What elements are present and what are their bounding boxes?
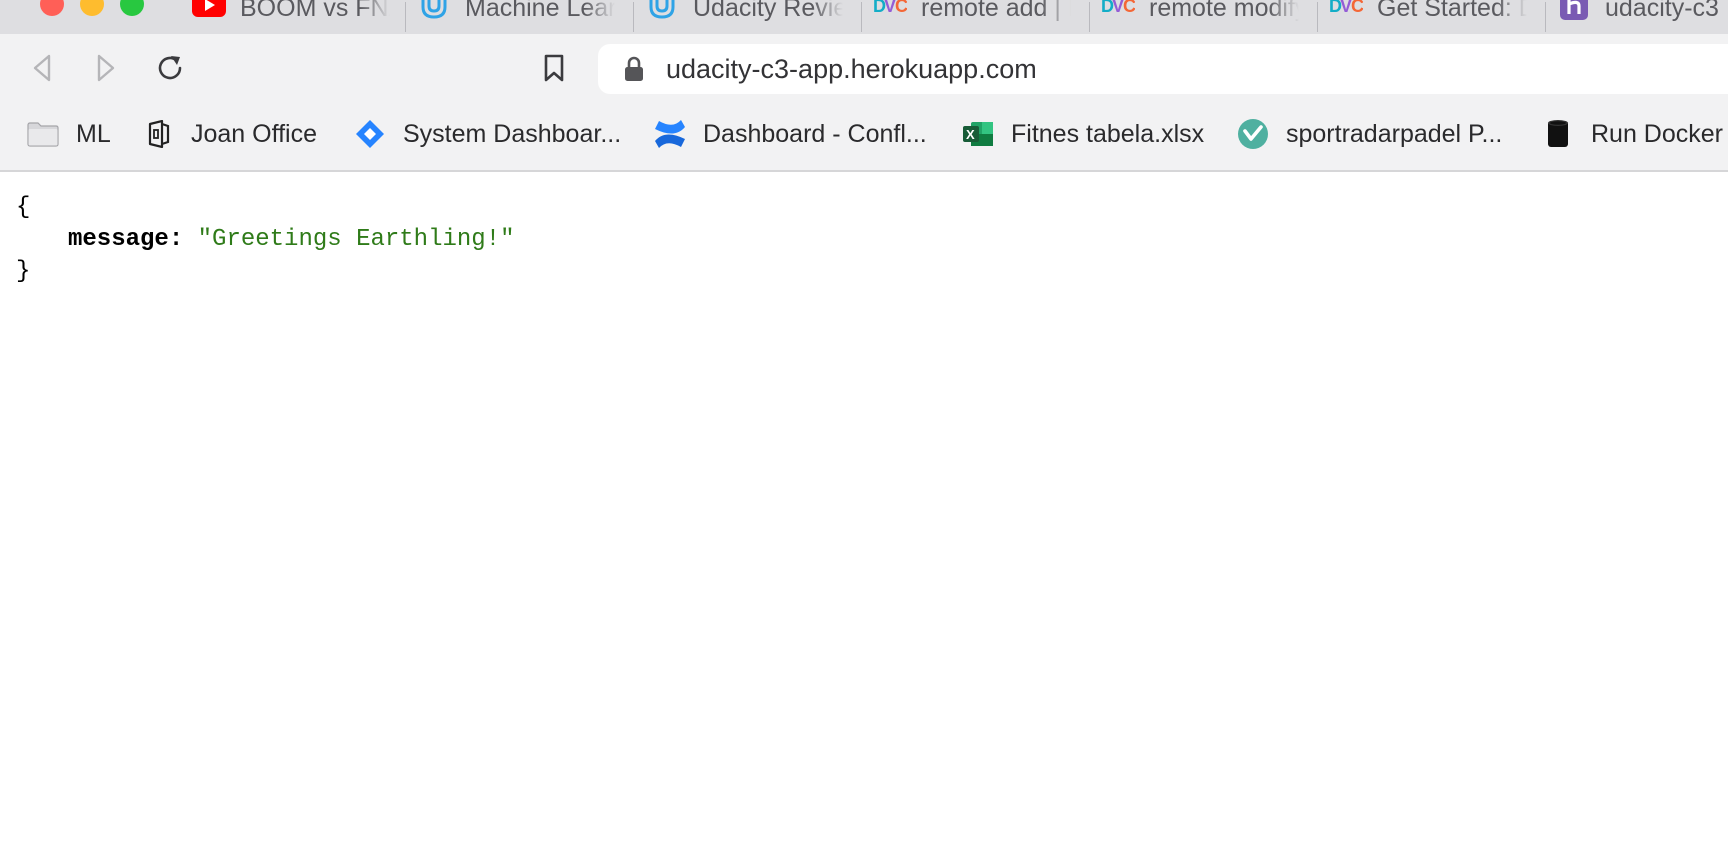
tab-udacity-reviews[interactable]: Udacity Reviews [633,0,861,34]
folder-icon [26,117,60,151]
dvc-icon: DVC [1329,0,1363,18]
tab-title: BOOM vs FNATIC [240,0,390,22]
dvc-icon: DVC [873,0,907,18]
bookmark-system-dashboard[interactable]: System Dashboar... [353,116,621,152]
bookmark-label: Dashboard - Confl... [703,119,927,148]
tab-title: remote modify | DVC [1149,0,1299,22]
json-colon: : [168,226,184,253]
lock-icon [622,54,646,84]
office-icon [141,117,175,151]
bookmark-dashboard-confluence[interactable]: Dashboard - Confl... [653,116,927,152]
reload-button[interactable] [150,48,190,88]
bookmark-label: sportradarpadel P... [1286,119,1503,148]
bookmark-run-docker[interactable]: Run Docker [1541,116,1723,152]
tab-strip: BOOM vs FNATIC Machine Learning Udacity … [0,0,1728,34]
back-button[interactable] [22,48,62,88]
bookmark-joan-office[interactable]: Joan Office [141,116,317,152]
svg-text:X: X [966,127,975,142]
minimize-window-button[interactable] [80,0,104,16]
svg-text:C: C [1351,0,1363,16]
excel-icon: X [961,117,995,151]
page-content: { message: "Greetings Earthling!" } [0,172,1728,862]
bookmark-label: System Dashboar... [403,119,622,148]
youtube-icon [192,0,226,18]
address-bar[interactable]: udacity-c3-app.herokuapp.com [598,44,1728,94]
close-window-button[interactable] [40,0,64,16]
docker-db-icon [1541,117,1575,151]
dvc-icon: DVC [1101,0,1135,18]
tab-title: Get Started: DVC [1377,0,1527,22]
confluence-icon [653,117,687,151]
url-text: udacity-c3-app.herokuapp.com [666,53,1037,84]
tab-title: udacity-c3 [1605,0,1719,22]
tab-get-started[interactable]: DVC Get Started: DVC [1317,0,1545,34]
udacity-icon [645,0,679,19]
svg-text:C: C [895,0,907,16]
bookmark-label: Run Docker [1591,119,1723,148]
browser-toolbar: udacity-c3-app.herokuapp.com [0,34,1728,100]
bookmark-ml[interactable]: ML [26,116,111,152]
json-value: "Greetings Earthling!" [197,226,515,253]
bookmark-icon [544,54,564,82]
zoom-window-button[interactable] [120,0,144,16]
forward-arrow-icon [97,54,115,82]
bookmark-fitnes-tabela[interactable]: X Fitnes tabela.xlsx [961,116,1204,152]
json-open-brace: { [16,194,31,221]
bookmark-label: ML [76,119,111,148]
heroku-icon [1557,0,1591,20]
bookmark-label: Joan Office [191,119,318,148]
tab-title: Udacity Reviews [693,0,843,22]
jira-icon [353,117,387,151]
json-close-brace: } [16,258,31,285]
check-badge-icon [1236,117,1270,151]
tab-machine-learning[interactable]: Machine Learning [405,0,633,34]
bookmark-button[interactable] [534,48,574,88]
reload-icon [158,56,182,80]
tab-boom-vs-fnatic[interactable]: BOOM vs FNATIC [180,0,405,34]
back-arrow-icon [33,54,51,82]
tab-remote-add[interactable]: DVC remote add | DVC [861,0,1089,34]
bookmarks-bar: ML Joan Office System Dashboar... Dashbo… [0,100,1728,172]
forward-button[interactable] [86,48,126,88]
tab-title: remote add | DVC [921,0,1071,22]
json-row: message: "Greetings Earthling!" [68,226,515,253]
bookmark-sportradarpadel[interactable]: sportradarpadel P... [1236,116,1502,152]
udacity-icon [417,0,451,19]
bookmark-label: Fitnes tabela.xlsx [1011,119,1205,148]
tab-title: Machine Learning [465,0,615,22]
tab-udacity-c3[interactable]: udacity-c3 [1545,0,1728,34]
svg-text:C: C [1123,0,1135,16]
tab-remote-modify[interactable]: DVC remote modify | DVC [1089,0,1317,34]
json-key: message [68,226,169,253]
